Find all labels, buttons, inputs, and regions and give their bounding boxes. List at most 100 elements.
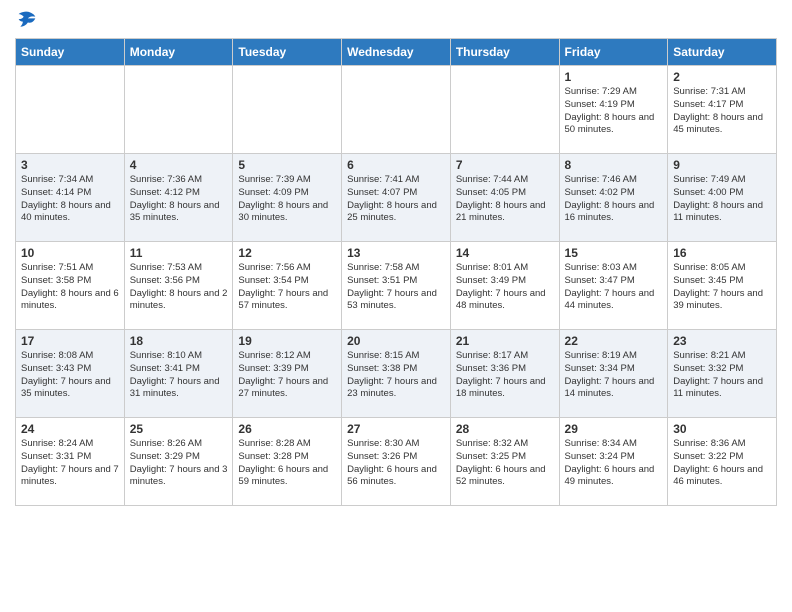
- weekday-header-wednesday: Wednesday: [342, 39, 451, 66]
- cell-info: Sunrise: 8:10 AM Sunset: 3:41 PM Dayligh…: [130, 350, 228, 401]
- day-number: 19: [238, 334, 336, 348]
- cell-info: Sunrise: 8:34 AM Sunset: 3:24 PM Dayligh…: [565, 438, 663, 489]
- day-number: 28: [456, 422, 554, 436]
- calendar-cell: 27 Sunrise: 8:30 AM Sunset: 3:26 PM Dayli…: [342, 418, 451, 506]
- day-number: 14: [456, 246, 554, 260]
- calendar-cell: 19 Sunrise: 8:12 AM Sunset: 3:39 PM Dayli…: [233, 330, 342, 418]
- calendar-cell: 11 Sunrise: 7:53 AM Sunset: 3:56 PM Dayli…: [124, 242, 233, 330]
- calendar-table: SundayMondayTuesdayWednesdayThursdayFrid…: [15, 38, 777, 506]
- day-number: 17: [21, 334, 119, 348]
- day-number: 9: [673, 158, 771, 172]
- day-number: 27: [347, 422, 445, 436]
- day-number: 15: [565, 246, 663, 260]
- calendar-cell: 8 Sunrise: 7:46 AM Sunset: 4:02 PM Daylig…: [559, 154, 668, 242]
- weekday-header-tuesday: Tuesday: [233, 39, 342, 66]
- weekday-header-sunday: Sunday: [16, 39, 125, 66]
- calendar-cell: 7 Sunrise: 7:44 AM Sunset: 4:05 PM Daylig…: [450, 154, 559, 242]
- day-number: 23: [673, 334, 771, 348]
- calendar-cell: [233, 66, 342, 154]
- calendar-cell: 26 Sunrise: 8:28 AM Sunset: 3:28 PM Dayli…: [233, 418, 342, 506]
- cell-info: Sunrise: 8:17 AM Sunset: 3:36 PM Dayligh…: [456, 350, 554, 401]
- day-number: 13: [347, 246, 445, 260]
- cell-info: Sunrise: 7:39 AM Sunset: 4:09 PM Dayligh…: [238, 174, 336, 225]
- calendar-cell: 28 Sunrise: 8:32 AM Sunset: 3:25 PM Dayli…: [450, 418, 559, 506]
- cell-info: Sunrise: 8:28 AM Sunset: 3:28 PM Dayligh…: [238, 438, 336, 489]
- weekday-header-monday: Monday: [124, 39, 233, 66]
- calendar-cell: 17 Sunrise: 8:08 AM Sunset: 3:43 PM Dayli…: [16, 330, 125, 418]
- day-number: 6: [347, 158, 445, 172]
- day-number: 12: [238, 246, 336, 260]
- day-number: 18: [130, 334, 228, 348]
- weekday-header-saturday: Saturday: [668, 39, 777, 66]
- cell-info: Sunrise: 7:51 AM Sunset: 3:58 PM Dayligh…: [21, 262, 119, 313]
- day-number: 11: [130, 246, 228, 260]
- day-number: 5: [238, 158, 336, 172]
- day-number: 8: [565, 158, 663, 172]
- calendar-cell: 18 Sunrise: 8:10 AM Sunset: 3:41 PM Dayli…: [124, 330, 233, 418]
- calendar-cell: 15 Sunrise: 8:03 AM Sunset: 3:47 PM Dayli…: [559, 242, 668, 330]
- week-row-4: 17 Sunrise: 8:08 AM Sunset: 3:43 PM Dayli…: [16, 330, 777, 418]
- logo: [15, 10, 37, 30]
- cell-info: Sunrise: 8:08 AM Sunset: 3:43 PM Dayligh…: [21, 350, 119, 401]
- cell-info: Sunrise: 8:24 AM Sunset: 3:31 PM Dayligh…: [21, 438, 119, 489]
- calendar-cell: 16Sunrise: 8:05 AM Sunset: 3:45 PM Dayli…: [668, 242, 777, 330]
- calendar-cell: 4 Sunrise: 7:36 AM Sunset: 4:12 PM Daylig…: [124, 154, 233, 242]
- weekday-header-thursday: Thursday: [450, 39, 559, 66]
- calendar-cell: 23 Sunrise: 8:21 AM Sunset: 3:32 PM Dayli…: [668, 330, 777, 418]
- calendar-cell: 20Sunrise: 8:15 AM Sunset: 3:38 PM Dayli…: [342, 330, 451, 418]
- week-row-5: 24 Sunrise: 8:24 AM Sunset: 3:31 PM Dayli…: [16, 418, 777, 506]
- day-number: 4: [130, 158, 228, 172]
- calendar-cell: 14 Sunrise: 8:01 AM Sunset: 3:49 PM Dayli…: [450, 242, 559, 330]
- calendar-cell: 25Sunrise: 8:26 AM Sunset: 3:29 PM Dayli…: [124, 418, 233, 506]
- day-number: 21: [456, 334, 554, 348]
- calendar-cell: 22 Sunrise: 8:19 AM Sunset: 3:34 PM Dayli…: [559, 330, 668, 418]
- cell-info: Sunrise: 7:46 AM Sunset: 4:02 PM Dayligh…: [565, 174, 663, 225]
- calendar-cell: 29Sunrise: 8:34 AM Sunset: 3:24 PM Dayli…: [559, 418, 668, 506]
- cell-info: Sunrise: 8:36 AM Sunset: 3:22 PM Dayligh…: [673, 438, 771, 489]
- day-number: 24: [21, 422, 119, 436]
- cell-info: Sunrise: 8:32 AM Sunset: 3:25 PM Dayligh…: [456, 438, 554, 489]
- calendar-cell: [124, 66, 233, 154]
- cell-info: Sunrise: 7:41 AM Sunset: 4:07 PM Dayligh…: [347, 174, 445, 225]
- cell-info: Sunrise: 8:21 AM Sunset: 3:32 PM Dayligh…: [673, 350, 771, 401]
- day-number: 22: [565, 334, 663, 348]
- logo-bird-icon: [17, 10, 37, 30]
- cell-info: Sunrise: 7:29 AM Sunset: 4:19 PM Dayligh…: [565, 86, 663, 137]
- week-row-1: 1Sunrise: 7:29 AM Sunset: 4:19 PM Daylig…: [16, 66, 777, 154]
- cell-info: Sunrise: 7:56 AM Sunset: 3:54 PM Dayligh…: [238, 262, 336, 313]
- calendar-cell: 10Sunrise: 7:51 AM Sunset: 3:58 PM Dayli…: [16, 242, 125, 330]
- day-number: 7: [456, 158, 554, 172]
- calendar-cell: 30 Sunrise: 8:36 AM Sunset: 3:22 PM Dayli…: [668, 418, 777, 506]
- cell-info: Sunrise: 8:03 AM Sunset: 3:47 PM Dayligh…: [565, 262, 663, 313]
- cell-info: Sunrise: 7:34 AM Sunset: 4:14 PM Dayligh…: [21, 174, 119, 225]
- day-number: 2: [673, 70, 771, 84]
- cell-info: Sunrise: 7:53 AM Sunset: 3:56 PM Dayligh…: [130, 262, 228, 313]
- calendar-cell: 3 Sunrise: 7:34 AM Sunset: 4:14 PM Daylig…: [16, 154, 125, 242]
- calendar-cell: 13Sunrise: 7:58 AM Sunset: 3:51 PM Dayli…: [342, 242, 451, 330]
- day-number: 3: [21, 158, 119, 172]
- cell-info: Sunrise: 7:44 AM Sunset: 4:05 PM Dayligh…: [456, 174, 554, 225]
- day-number: 25: [130, 422, 228, 436]
- header: [15, 10, 777, 30]
- cell-info: Sunrise: 8:01 AM Sunset: 3:49 PM Dayligh…: [456, 262, 554, 313]
- calendar-cell: 5 Sunrise: 7:39 AM Sunset: 4:09 PM Daylig…: [233, 154, 342, 242]
- day-number: 26: [238, 422, 336, 436]
- calendar-cell: [342, 66, 451, 154]
- weekday-header-row: SundayMondayTuesdayWednesdayThursdayFrid…: [16, 39, 777, 66]
- cell-info: Sunrise: 8:19 AM Sunset: 3:34 PM Dayligh…: [565, 350, 663, 401]
- week-row-3: 10Sunrise: 7:51 AM Sunset: 3:58 PM Dayli…: [16, 242, 777, 330]
- day-number: 20: [347, 334, 445, 348]
- calendar-cell: 6 Sunrise: 7:41 AM Sunset: 4:07 PM Daylig…: [342, 154, 451, 242]
- cell-info: Sunrise: 8:05 AM Sunset: 3:45 PM Dayligh…: [673, 262, 771, 313]
- calendar-cell: 1Sunrise: 7:29 AM Sunset: 4:19 PM Daylig…: [559, 66, 668, 154]
- cell-info: Sunrise: 8:30 AM Sunset: 3:26 PM Dayligh…: [347, 438, 445, 489]
- calendar-cell: [450, 66, 559, 154]
- day-number: 30: [673, 422, 771, 436]
- weekday-header-friday: Friday: [559, 39, 668, 66]
- cell-info: Sunrise: 7:31 AM Sunset: 4:17 PM Dayligh…: [673, 86, 771, 137]
- cell-info: Sunrise: 8:12 AM Sunset: 3:39 PM Dayligh…: [238, 350, 336, 401]
- cell-info: Sunrise: 7:36 AM Sunset: 4:12 PM Dayligh…: [130, 174, 228, 225]
- calendar-cell: 9 Sunrise: 7:49 AM Sunset: 4:00 PM Daylig…: [668, 154, 777, 242]
- cell-info: Sunrise: 7:49 AM Sunset: 4:00 PM Dayligh…: [673, 174, 771, 225]
- calendar-cell: 2 Sunrise: 7:31 AM Sunset: 4:17 PM Daylig…: [668, 66, 777, 154]
